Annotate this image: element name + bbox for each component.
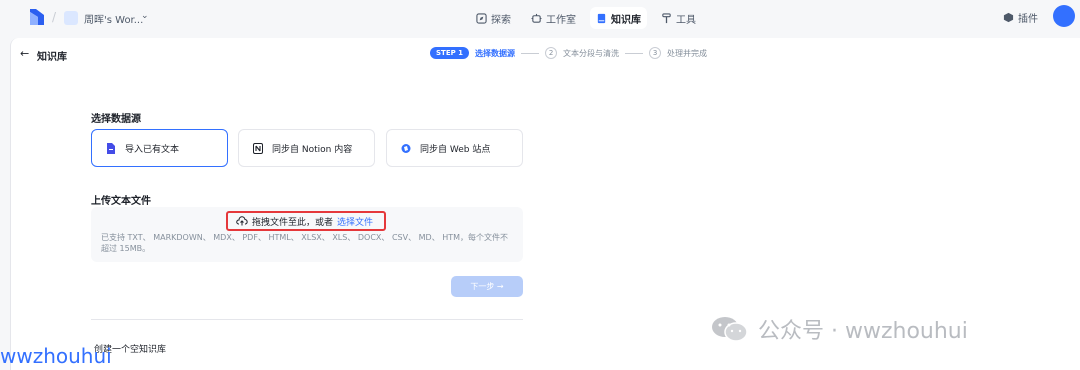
nav-studio[interactable]: 工作室	[525, 7, 582, 29]
nav-knowledge-label: 知识库	[611, 14, 641, 26]
top-bar: / 周晖's Wor... ⌄ 探索 工作室 知识库 工具 插件	[0, 0, 1080, 36]
watermark-wechat: 公众号 · wwzhouhui	[710, 313, 968, 345]
step-current-label: 选择数据源	[475, 48, 516, 58]
back-arrow-icon[interactable]: ←	[20, 47, 29, 60]
datasource-title: 选择数据源	[91, 114, 141, 125]
watermark-wechat-text: 公众号 · wwzhouhui	[758, 319, 968, 344]
app-logo-icon[interactable]	[30, 9, 44, 25]
compass-icon	[476, 12, 487, 24]
step-2-number: 2	[545, 47, 558, 59]
step-3-number: 3	[649, 47, 662, 59]
breadcrumb-separator: /	[52, 10, 57, 24]
step-badge: STEP 1	[430, 47, 470, 59]
file-icon	[107, 142, 115, 154]
hammer-icon	[662, 12, 671, 23]
watermark-text: wwzhouhui	[0, 344, 112, 368]
step-connector	[625, 52, 644, 54]
source-option-label: 同步自 Web 站点	[420, 144, 491, 155]
page-title: 知识库	[37, 52, 67, 63]
step-3-label: 处理并完成	[667, 48, 708, 58]
nav-explore-label: 探索	[491, 14, 511, 26]
nav-knowledge[interactable]: 知识库	[590, 7, 647, 29]
web-icon	[401, 143, 411, 153]
next-step-button[interactable]: 下一步 →	[451, 276, 523, 297]
upload-title: 上传文本文件	[91, 196, 151, 207]
book-icon	[597, 13, 606, 23]
nav-explore[interactable]: 探索	[470, 7, 517, 29]
robot-icon	[531, 13, 542, 23]
notion-icon	[253, 142, 263, 154]
nav-studio-label: 工作室	[546, 14, 576, 26]
supported-formats-hint: 已支持 TXT、 MARKDOWN、 MDX、 PDF、 HTML、 XLSX、…	[101, 233, 509, 253]
plugins-label: 插件	[1018, 14, 1038, 25]
source-option-notion[interactable]: 同步自 Notion 内容	[238, 129, 375, 167]
nav-tools[interactable]: 工具	[655, 7, 702, 29]
source-option-label: 同步自 Notion 内容	[272, 144, 353, 155]
source-option-import-text[interactable]: 导入已有文本	[91, 129, 228, 167]
user-avatar[interactable]	[1053, 5, 1075, 27]
cube-icon	[1003, 12, 1014, 23]
step-indicator: STEP 1 选择数据源 2 文本分段与清洗 3 处理并完成	[430, 47, 707, 59]
dropzone-prompt: 拖拽文件至此，或者 选择文件	[226, 211, 386, 231]
workspace-name[interactable]: 周晖's Wor...	[84, 11, 143, 26]
workspace-avatar	[64, 11, 78, 25]
select-file-link[interactable]: 选择文件	[337, 215, 373, 228]
main-nav: 探索 工作室 知识库 工具	[470, 7, 702, 29]
source-option-web[interactable]: 同步自 Web 站点	[386, 129, 523, 167]
dropzone-text: 拖拽文件至此，或者	[252, 217, 334, 228]
chevron-down-icon[interactable]: ⌄	[141, 11, 149, 21]
step-connector	[521, 52, 540, 54]
divider	[91, 319, 523, 320]
plugins-button[interactable]: 插件	[1003, 10, 1038, 25]
source-option-label: 导入已有文本	[125, 144, 180, 155]
cloud-upload-icon	[236, 216, 248, 226]
wechat-logo-icon	[712, 317, 748, 342]
nav-tools-label: 工具	[676, 14, 696, 26]
step-2-label: 文本分段与清洗	[563, 48, 620, 58]
